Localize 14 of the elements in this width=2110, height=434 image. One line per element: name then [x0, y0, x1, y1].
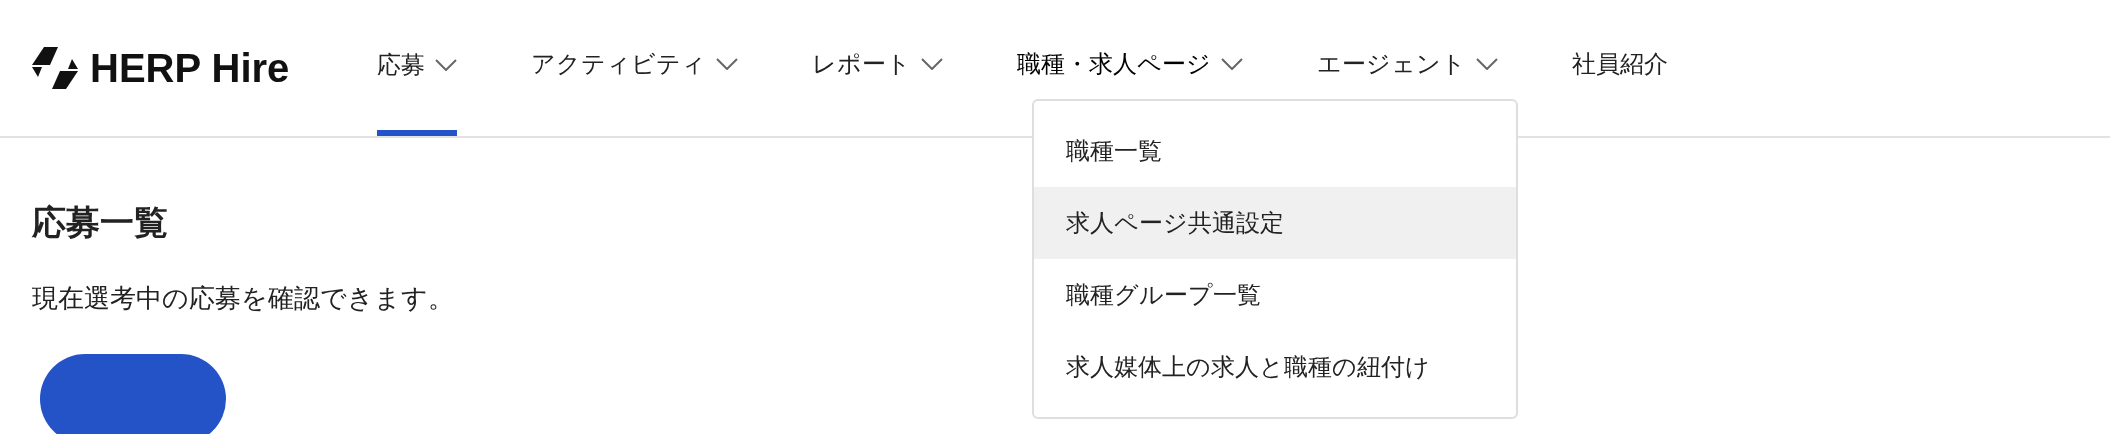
menu-item[interactable]: 求人ページ共通設定 — [1034, 187, 1516, 259]
chevron-down-icon — [716, 58, 739, 70]
nav-tab[interactable]: レポート — [812, 0, 944, 136]
chevron-down-icon — [435, 59, 458, 71]
nav-tab[interactable]: 社員紹介 — [1572, 0, 1669, 136]
page-title: 応募一覧 — [32, 202, 168, 243]
nav-tab[interactable]: アクティビティ — [531, 0, 739, 136]
page-description: 現在選考中の応募を確認できます。 — [32, 282, 454, 315]
chevron-down-icon — [1476, 58, 1499, 70]
nav-tab[interactable]: 応募 — [377, 0, 458, 136]
logo-icon — [32, 47, 78, 89]
logo-text: HERP Hire — [90, 45, 290, 92]
chevron-down-icon — [921, 58, 944, 70]
chevron-down-icon — [1221, 58, 1244, 70]
